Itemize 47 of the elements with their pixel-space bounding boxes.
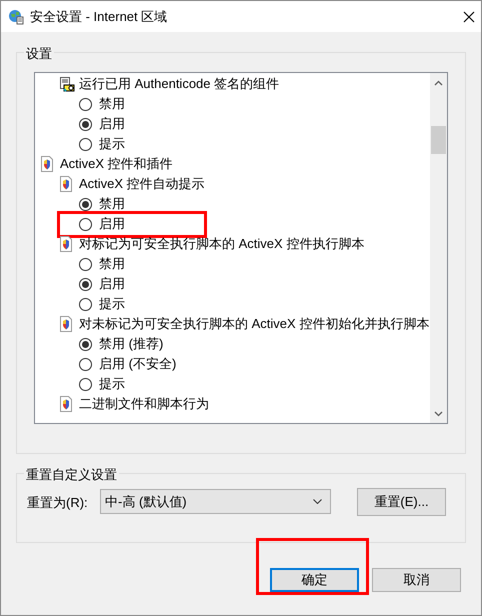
option-label: 启用 (不安全): [99, 355, 176, 374]
setting-label: ActiveX 控件自动提示: [79, 175, 205, 194]
radio-button[interactable]: [79, 298, 92, 310]
option-label: 提示: [99, 135, 125, 154]
document-shield-icon: [60, 176, 72, 192]
globe-icon: [8, 8, 24, 24]
reset-level-dropdown[interactable]: 中-高 (默认值): [100, 489, 331, 514]
setting-label: 对标记为可安全执行脚本的 ActiveX 控件执行脚本: [79, 235, 364, 254]
scrollbar[interactable]: [430, 73, 447, 423]
close-icon[interactable]: [463, 10, 475, 22]
option-label: 启用: [99, 215, 125, 234]
setting-label: 二进制文件和脚本行为: [79, 395, 209, 414]
radio-button[interactable]: [79, 378, 92, 390]
dialog-button[interactable]: 确定: [270, 568, 359, 592]
option-label: 禁用: [99, 95, 125, 114]
radio-button[interactable]: [79, 98, 92, 110]
setting-label: 对未标记为可安全执行脚本的 ActiveX 控件初始化并执行脚本: [79, 315, 430, 334]
radio-button[interactable]: [79, 338, 92, 350]
radio-button[interactable]: [79, 258, 92, 270]
radio-button[interactable]: [79, 118, 92, 130]
radio-button[interactable]: [79, 358, 92, 370]
radio-button[interactable]: [79, 278, 92, 290]
window-title: 安全设置 - Internet 区域: [30, 8, 168, 26]
document-shield-icon: [60, 316, 72, 332]
document-shield-icon: [60, 396, 72, 412]
certificate-icon: [60, 76, 76, 92]
option-label: 提示: [99, 295, 125, 314]
option-label: 禁用 (推荐): [99, 335, 164, 354]
dialog-button[interactable]: 取消: [372, 568, 461, 592]
setting-label: ActiveX 控件和插件: [60, 155, 173, 174]
radio-button[interactable]: [79, 138, 92, 150]
option-label: 启用: [99, 115, 125, 134]
option-label: 启用: [99, 275, 125, 294]
document-shield-icon: [60, 236, 72, 252]
option-label: 禁用: [99, 255, 125, 274]
radio-button[interactable]: [79, 218, 92, 230]
chevron-down-icon: [313, 499, 322, 504]
option-label: 禁用: [99, 195, 125, 214]
scroll-thumb[interactable]: [431, 126, 446, 154]
field-label: 重置为(R):: [27, 494, 89, 512]
scroll-down-icon[interactable]: [434, 411, 443, 417]
radio-button[interactable]: [79, 198, 92, 210]
setting-label: 运行已用 Authenticode 签名的组件: [79, 75, 280, 94]
scroll-up-icon[interactable]: [434, 80, 443, 86]
option-label: 提示: [99, 375, 125, 394]
reset-button[interactable]: 重置(E)...: [357, 488, 446, 516]
document-shield-icon: [41, 156, 53, 172]
